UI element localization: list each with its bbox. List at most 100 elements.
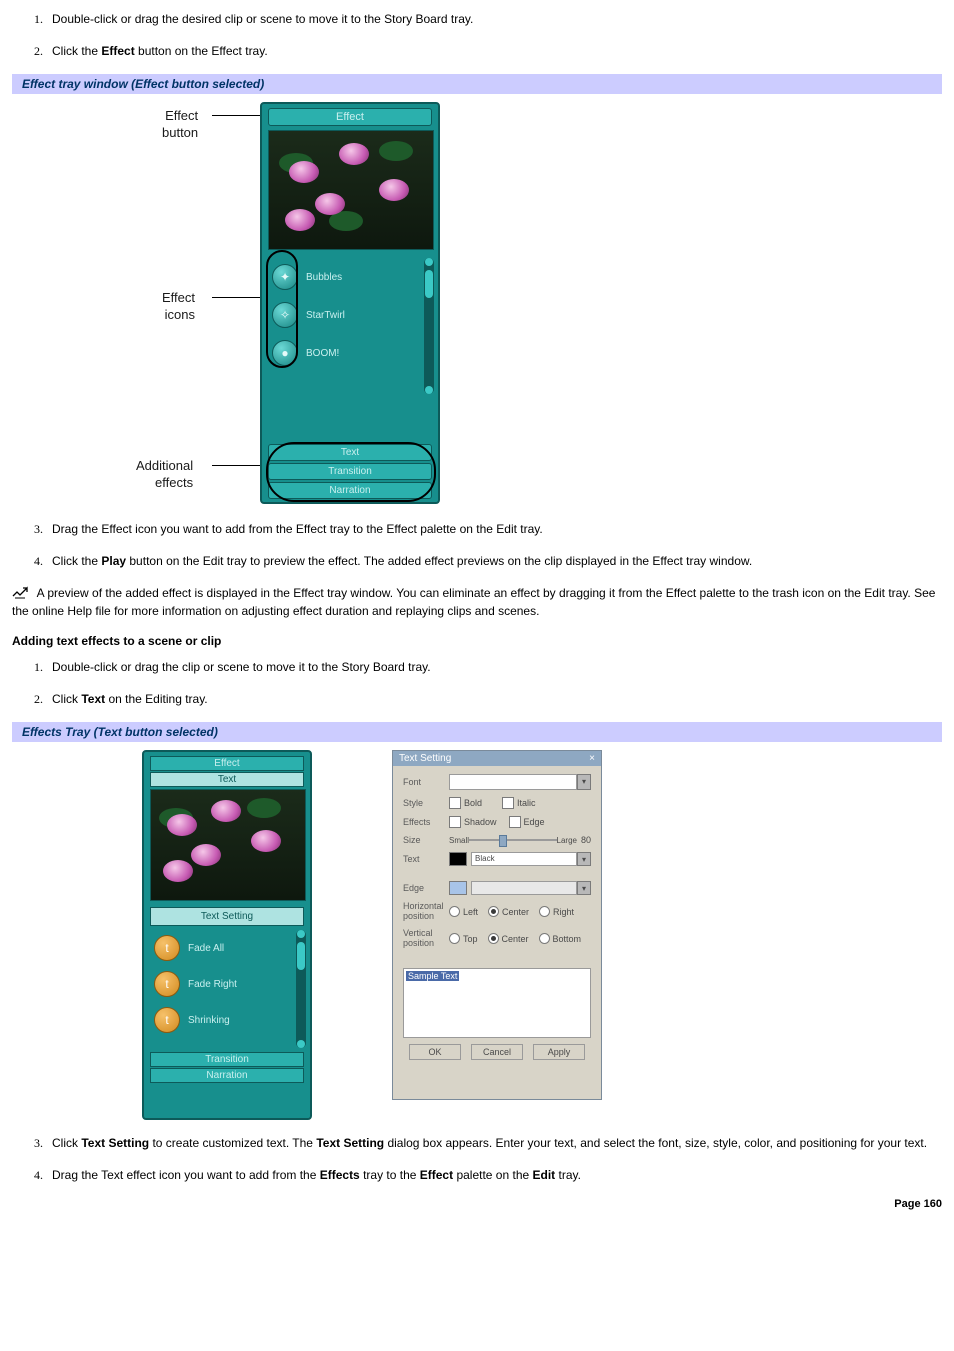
label-effects: Effects (403, 817, 449, 827)
note-text: A preview of the added effect is display… (12, 586, 935, 618)
step-3: Drag the Effect icon you want to add fro… (46, 520, 942, 538)
tab-text-selected[interactable]: Text (150, 772, 304, 787)
section-bar-text: Effects Tray (Text button selected) (12, 722, 942, 742)
text-item-faderight[interactable]: t Fade Right (150, 966, 304, 1002)
apply-button[interactable]: Apply (533, 1044, 585, 1060)
step-4: Click the Play button on the Edit tray t… (46, 552, 942, 570)
italic-checkbox[interactable] (502, 797, 514, 809)
text-setting-button[interactable]: Text Setting (150, 907, 304, 926)
vpos-bottom-radio[interactable] (539, 933, 550, 944)
hpos-left-label: Left (463, 907, 478, 917)
bold-checkbox[interactable] (449, 797, 461, 809)
text-item-fadeall[interactable]: t Fade All (150, 930, 304, 966)
vpos-bottom-label: Bottom (553, 934, 582, 944)
effect-preview (268, 130, 434, 250)
step-4-bold: Play (101, 554, 126, 568)
steps-list-b: Drag the Effect icon you want to add fro… (12, 520, 942, 570)
label-edge: Edge (403, 883, 449, 893)
label-hpos: Horizontal position (403, 902, 449, 922)
text-t-icon: t (154, 971, 180, 997)
label-size: Size (403, 835, 449, 845)
callout-circle-additional (266, 442, 436, 502)
callout-circle-icons (266, 250, 298, 368)
small-label: Small (449, 836, 469, 845)
cancel-button[interactable]: Cancel (471, 1044, 523, 1060)
edge-checkbox[interactable] (509, 816, 521, 828)
effect-item-label: StarTwirl (306, 310, 345, 321)
scroll-thumb[interactable] (425, 270, 433, 298)
step-c2: Click Text on the Editing tray. (46, 690, 942, 708)
size-slider[interactable] (469, 835, 557, 845)
text-color-dropdown[interactable]: ▾ (577, 852, 591, 866)
heading-adding-text: Adding text effects to a scene or clip (12, 634, 942, 648)
label-vpos: Vertical position (403, 929, 449, 949)
d4-b3: Edit (533, 1168, 556, 1182)
tab-narration[interactable]: Narration (150, 1068, 304, 1083)
figure-effect-tray: Effect button Effect icons Additional ef… (132, 102, 452, 506)
font-field[interactable] (449, 774, 577, 790)
edge-color-swatch[interactable] (449, 881, 467, 895)
large-label: Large (557, 836, 577, 845)
text-color-swatch[interactable] (449, 852, 467, 866)
step-d3: Click Text Setting to create customized … (46, 1134, 942, 1152)
size-value: 80 (581, 835, 591, 845)
note-preview: A preview of the added effect is display… (12, 584, 942, 620)
close-icon[interactable]: × (589, 753, 595, 764)
callout-additional: Additional effects (136, 458, 193, 492)
text-color-value: Black (472, 854, 495, 863)
scroll-thumb[interactable] (297, 942, 305, 970)
text-color-field[interactable]: Black (471, 852, 577, 866)
step-2: Click the Effect button on the Effect tr… (46, 42, 942, 60)
step-4-post: button on the Edit tray to preview the e… (126, 554, 752, 568)
d3-mid: to create customized text. The (149, 1136, 316, 1150)
vpos-center-radio[interactable] (488, 933, 499, 944)
step-c2-pre: Click (52, 692, 81, 706)
text-preview (150, 789, 306, 901)
bold-label: Bold (464, 798, 482, 808)
steps-list-c: Double-click or drag the clip or scene t… (12, 658, 942, 708)
d3-b1: Text Setting (81, 1136, 149, 1150)
text-item-label: Fade All (188, 943, 224, 954)
d4-b1: Effects (320, 1168, 360, 1182)
text-scrollbar[interactable] (296, 930, 306, 1048)
callout-line-3 (212, 465, 266, 466)
figure-text-tray: Effect Text Text Setting t Fade All t Fa… (142, 750, 942, 1120)
vpos-top-radio[interactable] (449, 933, 460, 944)
ok-button[interactable]: OK (409, 1044, 461, 1060)
step-c2-bold: Text (81, 692, 105, 706)
label-font: Font (403, 777, 449, 787)
hpos-center-label: Center (502, 907, 529, 917)
vpos-center-label: Center (502, 934, 529, 944)
font-dropdown[interactable]: ▾ (577, 774, 591, 790)
step-d4: Drag the Text effect icon you want to ad… (46, 1166, 942, 1184)
edge-color-dropdown[interactable]: ▾ (577, 881, 591, 895)
d3-b2: Text Setting (316, 1136, 384, 1150)
text-item-shrinking[interactable]: t Shrinking (150, 1002, 304, 1038)
section-bar-effect: Effect tray window (Effect button select… (12, 74, 942, 94)
hpos-right-radio[interactable] (539, 906, 550, 917)
callout-line-1 (212, 115, 266, 116)
effect-scrollbar[interactable] (424, 258, 434, 394)
label-text: Text (403, 854, 449, 864)
steps-list-a: Double-click or drag the desired clip or… (12, 10, 942, 60)
text-t-icon: t (154, 1007, 180, 1033)
d3-post: dialog box appears. Enter your text, and… (384, 1136, 927, 1150)
d4-b2: Effect (420, 1168, 453, 1182)
tab-transition[interactable]: Transition (150, 1052, 304, 1067)
callout-effect-button: Effect button (162, 108, 198, 142)
shadow-checkbox[interactable] (449, 816, 461, 828)
step-4-pre: Click the (52, 554, 101, 568)
tab-effect[interactable]: Effect (150, 756, 304, 771)
step-1: Double-click or drag the desired clip or… (46, 10, 942, 28)
callout-l2: button (162, 125, 198, 140)
step-c1: Double-click or drag the clip or scene t… (46, 658, 942, 676)
hpos-center-radio[interactable] (488, 906, 499, 917)
d4-m2: palette on the (453, 1168, 532, 1182)
tab-effect[interactable]: Effect (268, 108, 432, 126)
sample-textarea[interactable]: Sample Text (403, 968, 591, 1038)
dialog-titlebar: Text Setting × (393, 751, 601, 766)
effect-item-label: Bubbles (306, 272, 342, 283)
callout-l1: Effect (165, 108, 198, 123)
hpos-left-radio[interactable] (449, 906, 460, 917)
step-2-bold: Effect (101, 44, 134, 58)
